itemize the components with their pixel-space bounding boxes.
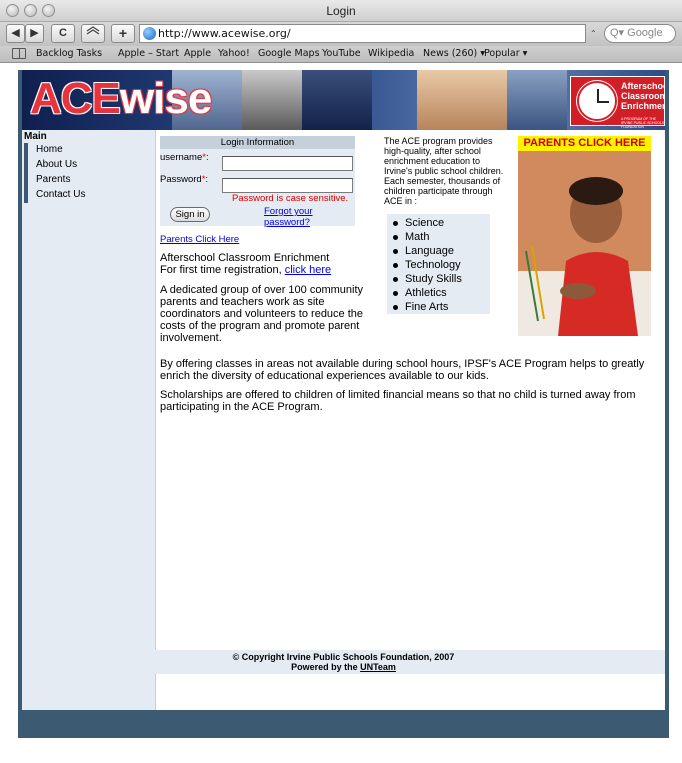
password-case-note: Password is case sensitive. — [232, 193, 349, 204]
snapback-icon — [86, 26, 100, 35]
subjects-list: Science Math Language Technology Study S… — [387, 214, 490, 314]
copyright-text: © Copyright Irvine Public Schools Founda… — [232, 652, 455, 662]
banner-photo-reading-girl — [417, 70, 507, 130]
subject-item: Math — [392, 231, 430, 243]
reload-button[interactable]: C — [51, 24, 75, 43]
parents-ad-banner[interactable]: PARENTS CLICK HERE — [518, 136, 651, 336]
registration-text: For first time registration, click here — [160, 264, 332, 276]
banner-photo-classroom — [507, 70, 567, 130]
parents-ad-heading: PARENTS CLICK HERE — [518, 136, 651, 151]
sidebar-item-contact-us[interactable]: Contact Us — [24, 188, 154, 203]
badge-line-enrichment: Enrichment — [621, 101, 665, 111]
address-bar-url: http://www.acewise.org/ — [158, 27, 291, 40]
ace-title: Afterschool Classroom Enrichment — [160, 252, 330, 264]
student-photo-image — [518, 151, 651, 336]
snapback-button[interactable] — [81, 24, 105, 43]
powered-by-text: Powered by the UNTeam — [291, 662, 396, 672]
clock-icon — [577, 81, 617, 121]
unteam-link[interactable]: UNTeam — [360, 662, 396, 672]
subject-item: Study Skills — [393, 273, 462, 285]
bookmark-wikipedia[interactable]: Wikipedia — [368, 48, 414, 59]
bookmark-popular[interactable]: Popular ▾ — [484, 48, 527, 59]
subject-item: Technology — [393, 259, 461, 271]
bookmark-backlog-tasks[interactable]: Backlog Tasks — [36, 48, 102, 59]
site-footer: © Copyright Irvine Public Schools Founda… — [22, 650, 665, 674]
volunteer-paragraph: A dedicated group of over 100 community … — [160, 284, 364, 344]
bookmark-apple[interactable]: Apple — [184, 48, 211, 59]
subject-item: Science — [392, 217, 445, 229]
ace-badge: Afterschool Classroom Enrichment A PROGR… — [570, 76, 665, 129]
password-field[interactable] — [222, 178, 353, 193]
subject-item: Fine Arts — [392, 301, 449, 313]
badge-line-afterschool: Afterschool — [621, 81, 665, 91]
site-frame: ACEwise Afterschool Classroom Enrichment… — [18, 70, 669, 738]
bookmarks-book-icon[interactable] — [12, 48, 26, 59]
banner-photo-girl — [302, 70, 372, 130]
sidebar-item-home[interactable]: Home — [24, 143, 154, 158]
bookmark-news[interactable]: News (260) ▾ — [423, 48, 485, 59]
window-titlebar: Login — [0, 0, 682, 22]
add-bookmark-button[interactable]: + — [111, 24, 135, 43]
main-content: Login Information username*: Password*: … — [160, 130, 665, 710]
bookmark-yahoo[interactable]: Yahoo! — [218, 48, 250, 59]
scholarship-paragraph: Scholarships are offered to children of … — [160, 389, 636, 413]
parents-click-here-link[interactable]: Parents Click Here — [160, 234, 239, 246]
acewise-logo[interactable]: ACEwise — [30, 74, 212, 124]
address-dropdown-icon[interactable]: ⌃ — [590, 24, 600, 43]
bookmark-apple-start[interactable]: Apple – Start — [118, 48, 179, 59]
window-title: Login — [326, 4, 356, 18]
sidebar-heading: Main — [24, 131, 47, 142]
bookmarks-bar: Backlog Tasks Apple – Start Apple Yahoo!… — [0, 46, 682, 63]
bookmark-youtube[interactable]: YouTube — [322, 48, 361, 59]
logo-wise-text: wise — [119, 74, 212, 123]
ace-intro-text: The ACE program provides high-quality, a… — [384, 136, 504, 206]
address-bar[interactable]: http://www.acewise.org/ — [139, 24, 586, 43]
password-label: Password*: — [160, 174, 209, 185]
sidebar: Main Home About Us Parents Contact Us — [22, 130, 156, 710]
login-form: Login Information username*: Password*: … — [160, 136, 355, 228]
logo-ace-text: ACE — [30, 74, 121, 123]
sidebar-item-parents[interactable]: Parents — [24, 173, 154, 188]
sign-in-button[interactable]: Sign in — [170, 207, 210, 222]
site-layout: Main Home About Us Parents Contact Us Lo… — [22, 130, 665, 710]
banner-photo-boy-goggles — [242, 70, 302, 130]
classes-paragraph: By offering classes in areas not availab… — [160, 358, 645, 382]
globe-icon — [143, 27, 156, 40]
username-field[interactable] — [222, 156, 353, 171]
login-heading: Login Information — [160, 136, 355, 149]
badge-subtitle: A PROGRAM OF THE IRVINE PUBLIC SCHOOLS F… — [621, 117, 665, 129]
site-banner: ACEwise Afterschool Classroom Enrichment… — [22, 70, 665, 130]
search-input[interactable]: Q▾ Google — [604, 24, 676, 43]
forward-button[interactable]: ▶ — [25, 24, 44, 43]
forgot-password-link[interactable]: Forgot your password? — [264, 206, 355, 228]
badge-line-classroom: Classroom — [621, 91, 665, 101]
browser-toolbar: ◀ ▶ C + http://www.acewise.org/ ⌃ Q▾ Goo… — [0, 22, 682, 46]
username-label: username*: — [160, 152, 209, 163]
registration-link[interactable]: click here — [285, 264, 331, 276]
bookmark-google-maps[interactable]: Google Maps — [258, 48, 320, 59]
subject-item: Athletics — [393, 287, 447, 299]
back-button[interactable]: ◀ — [6, 24, 25, 43]
subject-item: Language — [393, 245, 454, 257]
sidebar-item-about-us[interactable]: About Us — [24, 158, 154, 173]
